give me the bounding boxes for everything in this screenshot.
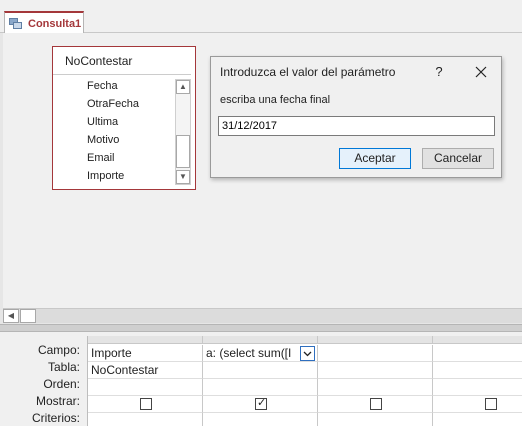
sort-cell[interactable]	[318, 379, 433, 396]
field-list: Fecha OtraFecha Ultima Motivo Email Importe	[53, 77, 177, 185]
field-cell[interactable]	[318, 345, 433, 362]
pane-splitter[interactable]	[0, 324, 522, 332]
scroll-up-icon[interactable]: ▲	[176, 80, 190, 94]
criteria-cell[interactable]	[203, 413, 318, 426]
column-selector[interactable]	[88, 336, 203, 344]
sort-cell[interactable]	[203, 379, 318, 396]
table-title[interactable]: NoContestar	[53, 47, 191, 75]
tab-label: Consulta1	[28, 17, 82, 30]
parameter-prompt: escriba una fecha final	[220, 94, 331, 106]
row-label: Orden:	[43, 377, 80, 391]
show-cell	[433, 396, 522, 413]
row-label: Campo:	[37, 343, 80, 357]
query-icon	[9, 17, 23, 30]
sort-cell[interactable]	[88, 379, 203, 396]
table-cell[interactable]	[433, 362, 522, 379]
row-label: Criterios:	[31, 411, 80, 425]
dialog-title: Introduzca el valor del parámetro	[220, 65, 396, 79]
design-grid-pane: Campo: Tabla: Orden: Mostrar: Criterios: Imp…	[0, 332, 522, 426]
field-cell[interactable]: Importe	[88, 345, 203, 362]
cancel-button[interactable]: Cancelar	[422, 148, 494, 169]
field-list-scrollbar[interactable]: ▲ ▼	[175, 79, 191, 185]
scroll-thumb[interactable]	[176, 135, 190, 168]
criteria-cell[interactable]	[318, 413, 433, 426]
table-cell[interactable]: NoContestar	[88, 362, 203, 379]
parameter-dialog: Introduzca el valor del parámetro ? escr…	[210, 56, 502, 178]
chevron-down-icon[interactable]	[300, 346, 315, 361]
row-label: Mostrar:	[35, 394, 80, 408]
close-icon[interactable]	[470, 61, 492, 83]
field-item[interactable]: Fecha	[53, 77, 177, 95]
scroll-left-icon[interactable]: ◀	[3, 309, 19, 323]
table-cell[interactable]	[203, 362, 318, 379]
row-label: Tabla:	[47, 360, 80, 374]
row-labels: Campo: Tabla: Orden: Mostrar: Criterios:	[0, 342, 84, 426]
field-item[interactable]: Motivo	[53, 131, 177, 149]
column-selector[interactable]	[318, 336, 433, 344]
show-checkbox[interactable]	[255, 396, 267, 410]
field-item[interactable]: Email	[53, 149, 177, 167]
show-checkbox[interactable]	[140, 398, 152, 410]
criteria-cell[interactable]	[88, 413, 203, 426]
help-icon[interactable]: ?	[429, 62, 449, 82]
field-item[interactable]: Ultima	[53, 113, 177, 131]
criteria-cell[interactable]	[433, 413, 522, 426]
field-item[interactable]: OtraFecha	[53, 95, 177, 113]
parameter-value-input[interactable]	[218, 116, 495, 136]
show-checkbox[interactable]	[485, 398, 497, 410]
field-item[interactable]: Importe	[53, 167, 177, 185]
ok-button[interactable]: Aceptar	[339, 148, 411, 169]
design-grid: Importe NoContestar a: (select sum([I	[87, 336, 522, 426]
show-checkbox[interactable]	[370, 398, 382, 410]
column-selector[interactable]	[433, 336, 522, 344]
table-cell[interactable]	[318, 362, 433, 379]
document-tab-bar: Consulta1	[0, 0, 522, 34]
field-cell[interactable]	[433, 345, 522, 362]
scroll-down-icon[interactable]: ▼	[176, 170, 190, 184]
horizontal-scrollbar[interactable]: ◀	[3, 308, 522, 323]
scroll-thumb-horizontal[interactable]	[20, 309, 36, 323]
column-selector[interactable]	[203, 336, 318, 344]
sort-cell[interactable]	[433, 379, 522, 396]
table-field-list-window[interactable]: NoContestar Fecha OtraFecha Ultima Motivo Em…	[52, 46, 196, 190]
tab-consulta1[interactable]: Consulta1	[4, 11, 84, 34]
